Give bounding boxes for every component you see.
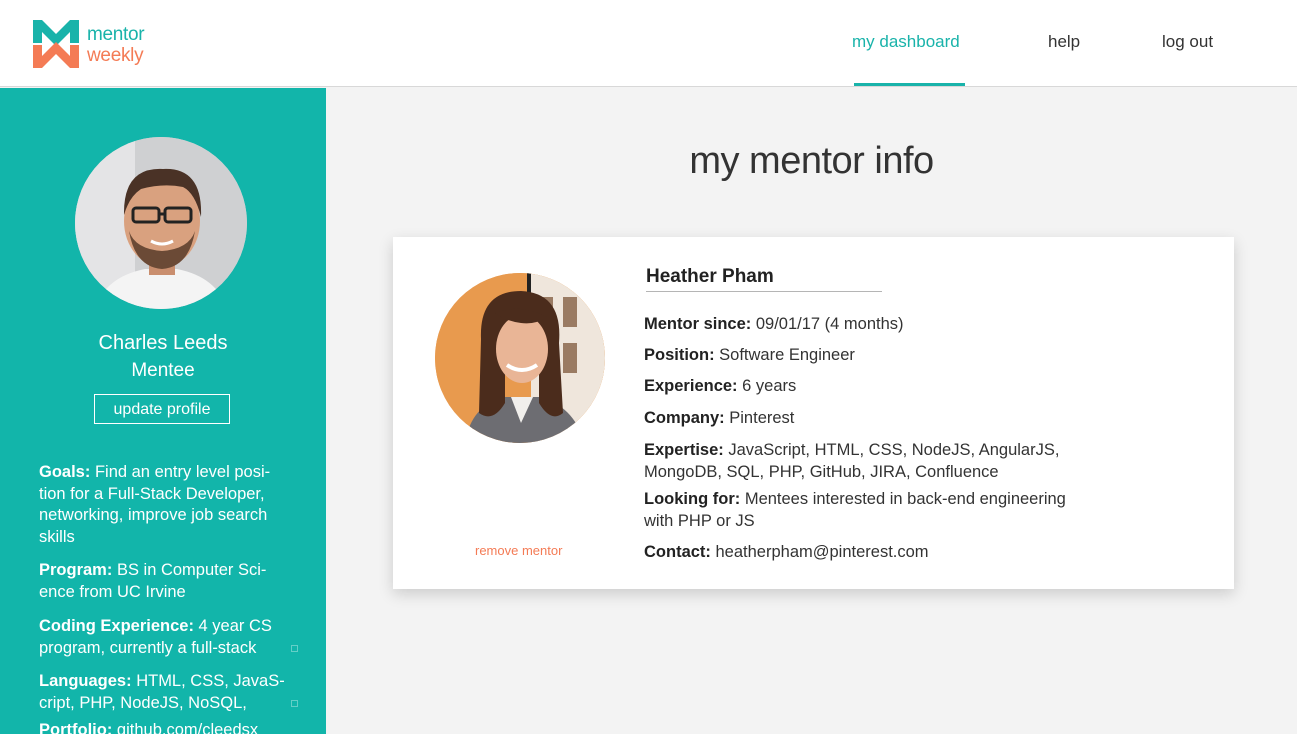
field-value: 6 years — [737, 377, 797, 395]
field-label: Position: — [644, 346, 715, 364]
portfolio-info: Portfolio: github.com/cleedsx — [39, 720, 289, 734]
update-profile-button[interactable]: update profile — [94, 394, 230, 424]
languages-label: Languages: — [39, 672, 132, 690]
user-photo-icon — [75, 137, 247, 309]
top-header: mentor weekly my dashboard help log out — [0, 0, 1297, 87]
scroll-indicator[interactable] — [291, 645, 298, 652]
logo-line-1: mentor — [87, 24, 145, 45]
field-label: Company: — [644, 409, 725, 427]
experience-field: Experience: 6 years — [644, 376, 1114, 398]
looking-for-field: Looking for: Mentees interested in back-… — [644, 489, 1089, 532]
page-title: my mentor info — [689, 140, 934, 182]
expertise-field: Expertise: JavaScript, HTML, CSS, NodeJS… — [644, 440, 1084, 483]
active-nav-indicator — [854, 83, 965, 86]
mentor-info-card: remove mentor Heather Pham Mentor since:… — [393, 237, 1234, 589]
nav-help[interactable]: help — [1048, 32, 1080, 52]
mentor-avatar — [435, 273, 605, 443]
field-label: Looking for: — [644, 490, 741, 508]
portfolio-text[interactable]: github.com/cleedsx — [112, 721, 258, 734]
position-field: Position: Software Engineer — [644, 345, 1114, 367]
mentor-weekly-logo-icon — [33, 20, 79, 68]
field-label: Contact: — [644, 543, 711, 561]
user-avatar — [75, 137, 247, 309]
field-label: Expertise: — [644, 441, 724, 459]
portfolio-label: Portfolio: — [39, 721, 113, 734]
contact-field: Contact: heatherpham@pinterest.com — [644, 542, 1114, 564]
field-label: Experience: — [644, 377, 738, 395]
field-value: 09/01/17 (4 months) — [751, 315, 904, 333]
remove-mentor-link[interactable]: remove mentor — [475, 543, 562, 558]
languages-info: Languages: HTML, CSS, JavaS-cript, PHP, … — [39, 671, 289, 714]
user-name: Charles Leeds — [98, 332, 228, 354]
goals-info: Goals: Find an entry level posi-tion for… — [39, 462, 289, 548]
program-label: Program: — [39, 561, 113, 579]
logo-line-2: weekly — [87, 45, 144, 66]
profile-sidebar: Charles Leeds Mentee update profile Goal… — [0, 88, 326, 734]
nav-my-dashboard[interactable]: my dashboard — [852, 32, 960, 52]
logo-wordmark: mentor weekly — [87, 24, 145, 66]
user-role: Mentee — [131, 360, 195, 381]
logo[interactable]: mentor weekly — [33, 20, 173, 70]
field-label: Mentor since: — [644, 315, 752, 333]
name-divider — [646, 291, 882, 292]
nav-log-out[interactable]: log out — [1162, 32, 1213, 52]
goals-label: Goals: — [39, 463, 91, 481]
coding-experience-label: Coding Experience: — [39, 617, 194, 635]
scroll-indicator[interactable] — [291, 700, 298, 707]
mentor-name: Heather Pham — [646, 266, 774, 287]
program-info: Program: BS in Computer Sci-ence from UC… — [39, 560, 289, 603]
field-value: Pinterest — [724, 409, 795, 427]
mentor-photo-icon — [435, 273, 605, 443]
coding-experience-info: Coding Experience: 4 year CS program, cu… — [39, 616, 289, 659]
field-value: Software Engineer — [714, 346, 855, 364]
company-field: Company: Pinterest — [644, 408, 1114, 430]
mentor-since-field: Mentor since: 09/01/17 (4 months) — [644, 314, 1114, 336]
contact-email[interactable]: heatherpham@pinterest.com — [711, 543, 929, 561]
